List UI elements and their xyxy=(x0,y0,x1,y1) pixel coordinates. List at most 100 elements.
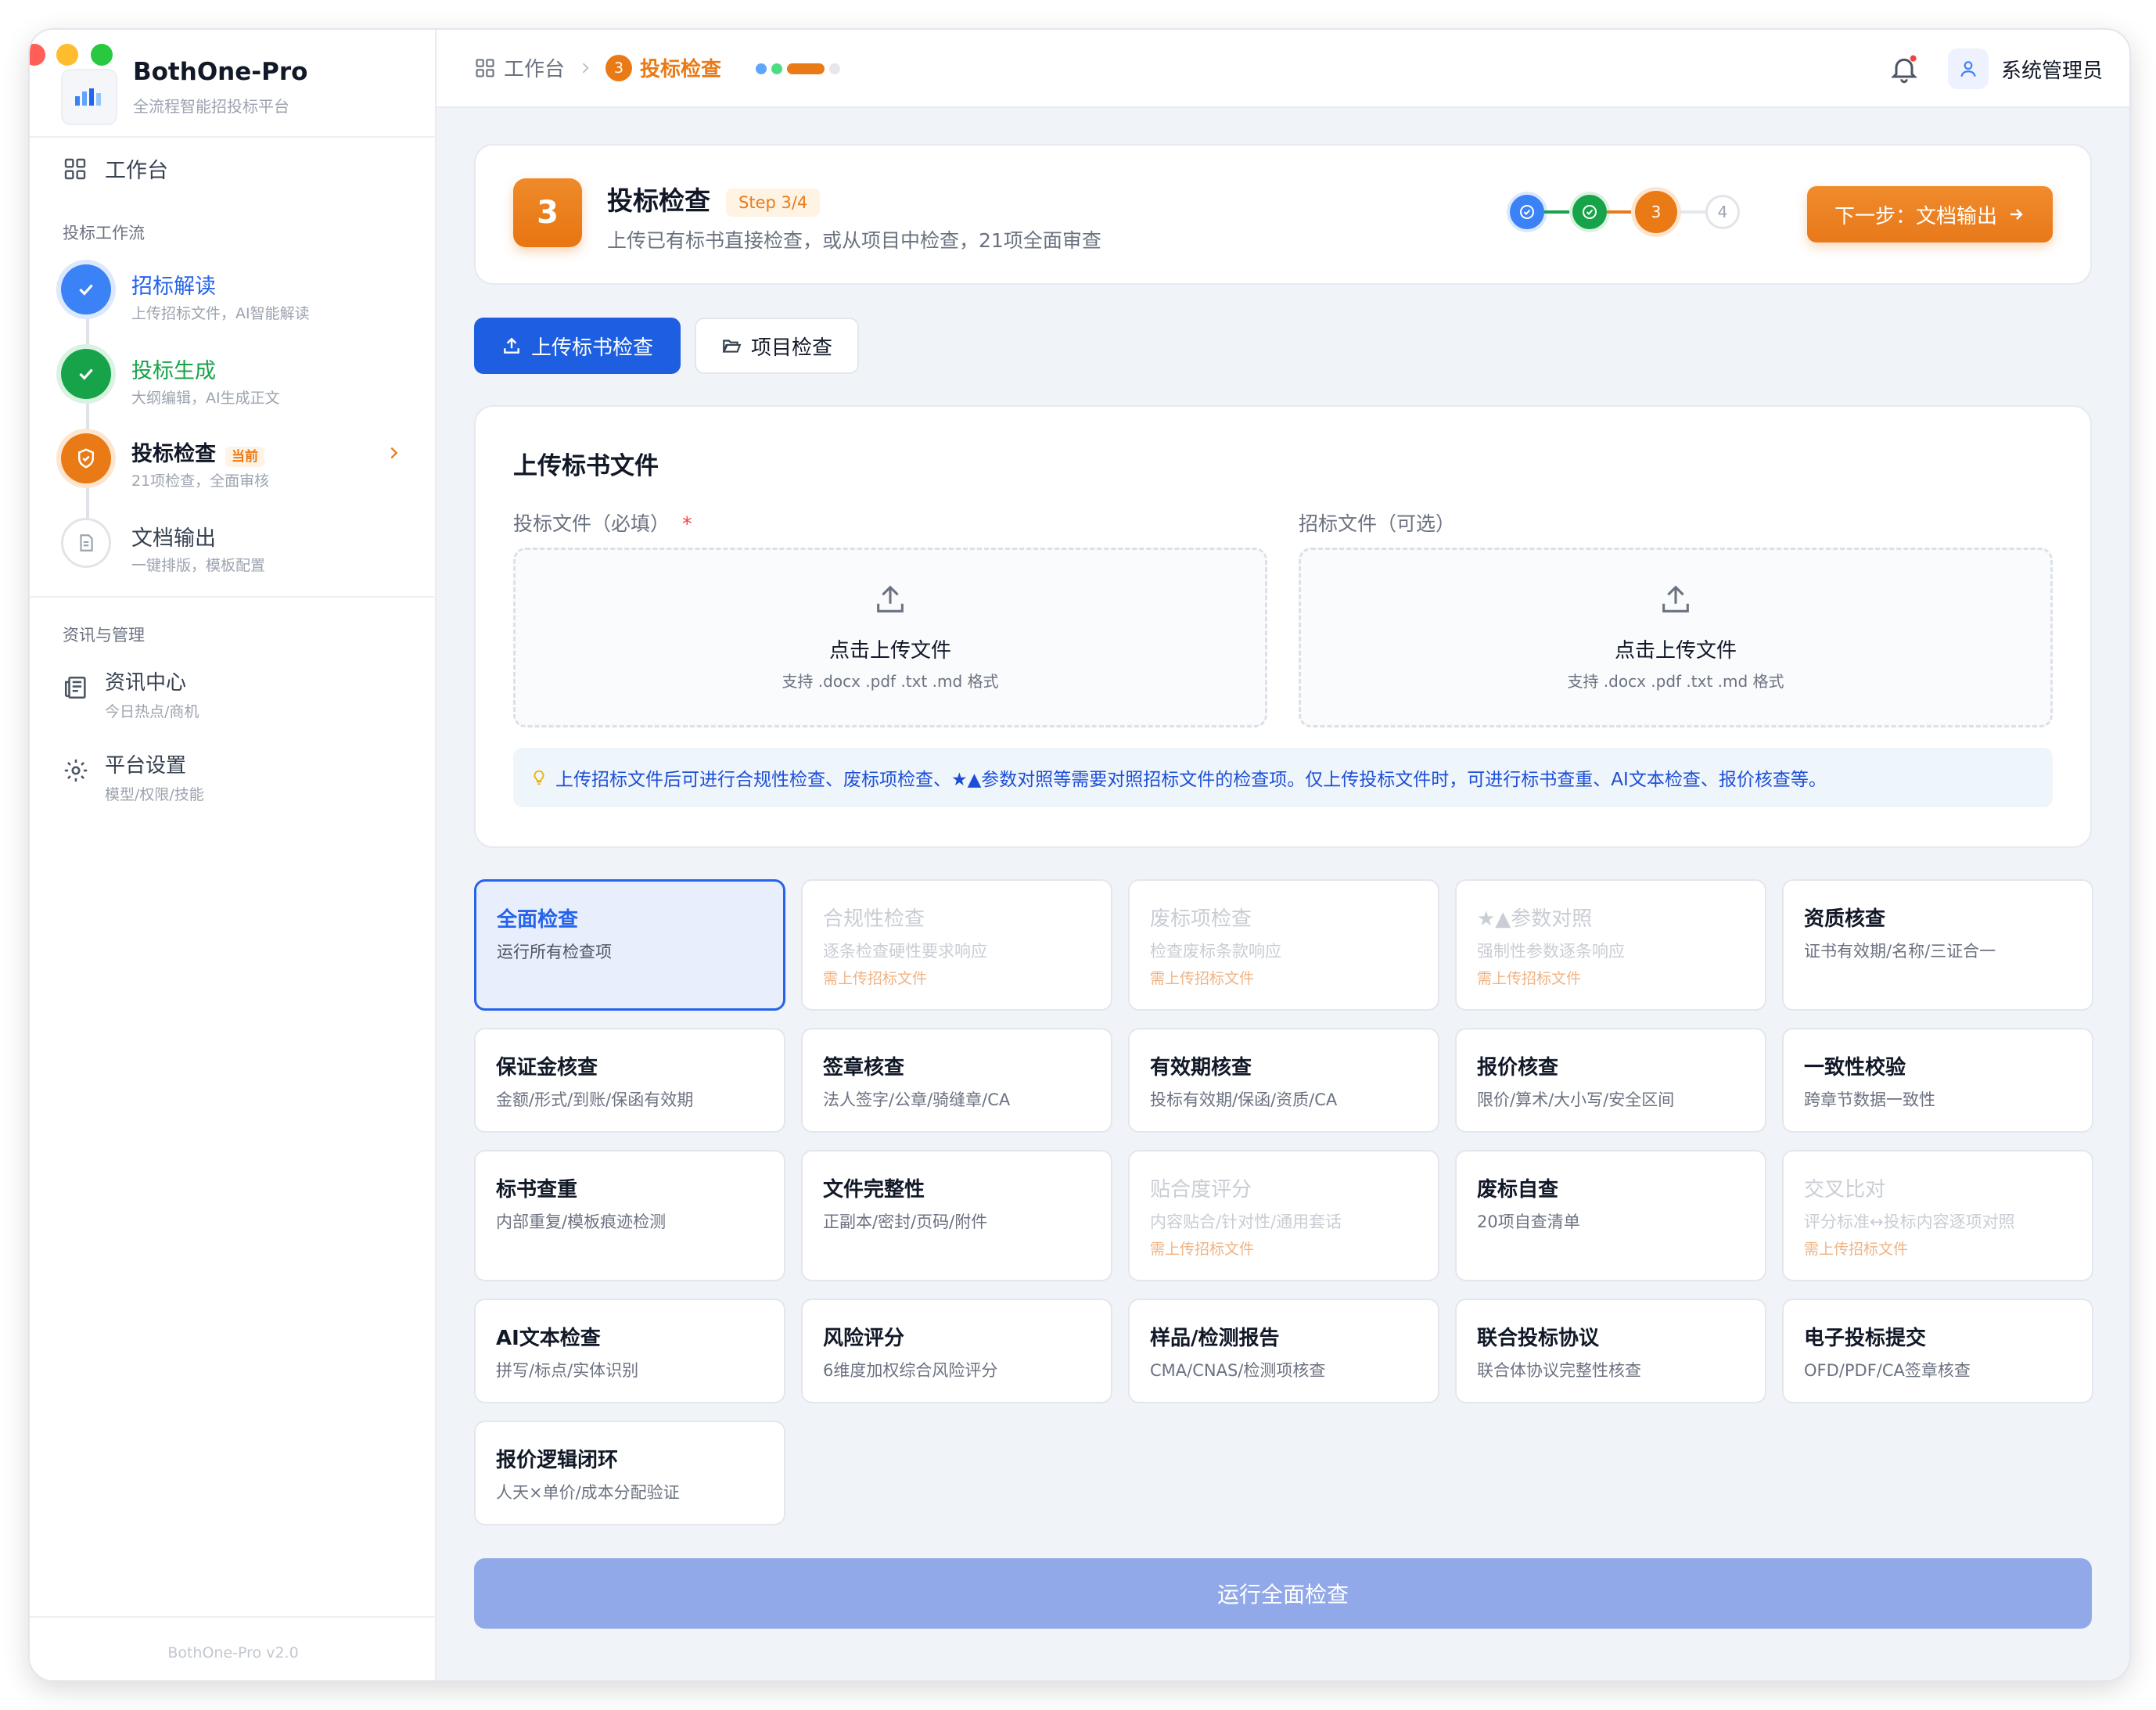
run-full-check-button[interactable]: 运行全面检查 xyxy=(474,1558,2092,1629)
user-name: 系统管理员 xyxy=(2000,59,2103,83)
dropzone-formats: 支持 .docx .pdf .txt .md 格式 xyxy=(1567,672,1784,691)
tip-text: 上传招标文件后可进行合规性检查、废标项检查、★▲参数对照等需要对照招标文件的检查… xyxy=(555,770,1827,790)
check-desc: 证书有效期/名称/三证合一 xyxy=(1804,942,1996,961)
step-title: 投标检查 xyxy=(607,185,710,216)
check-item[interactable]: 废标自查 20项自查清单 xyxy=(1455,1150,1766,1281)
upload-card: 上传标书文件 投标文件（必填） * 招标文件（可选） 点击上传文件 支持 .do… xyxy=(474,405,2092,848)
tender-file-dropzone[interactable]: 点击上传文件 支持 .docx .pdf .txt .md 格式 xyxy=(1299,548,2053,727)
dropzone-label: 点击上传文件 xyxy=(828,639,951,663)
next-step-button[interactable]: 下一步：文档输出 xyxy=(1807,186,2053,242)
check-item[interactable]: AI文本检查 拼写/标点/实体识别 xyxy=(474,1299,785,1403)
top-bar: 工作台 3 投标检查 系统管理员 xyxy=(437,30,2129,108)
check-title: 联合投标协议 xyxy=(1477,1327,1600,1350)
user-menu[interactable]: 系统管理员 xyxy=(1947,48,2103,89)
check-item[interactable]: 一致性校验 跨章节数据一致性 xyxy=(1782,1028,2093,1133)
sidebar-item-bid-check[interactable]: 投标检查 当前 xyxy=(131,436,264,467)
check-item[interactable]: 保证金核查 金额/形式/到账/保函有效期 xyxy=(474,1028,785,1133)
check-item: ★▲参数对照 强制性参数逐条响应 需上传招标文件 xyxy=(1455,879,1766,1011)
chevron-right-icon xyxy=(390,447,398,459)
tab-label: 上传标书检查 xyxy=(530,336,653,360)
check-desc: 金额/形式/到账/保函有效期 xyxy=(496,1090,694,1109)
gear-icon xyxy=(64,759,88,782)
chevron-right-icon xyxy=(582,63,589,73)
check-title: 一致性校验 xyxy=(1804,1056,1906,1080)
sidebar-item-settings[interactable]: 平台设置 模型/权限/技能 xyxy=(63,749,204,804)
check-title: 文件完整性 xyxy=(823,1178,925,1202)
step-badge: Step 3/4 xyxy=(726,188,821,217)
grid-icon xyxy=(476,58,494,77)
check-item: 交叉比对 评分标准↔投标内容逐项对照 需上传招标文件 xyxy=(1782,1150,2093,1281)
progress-step-todo: 4 xyxy=(1705,195,1740,229)
check-item[interactable]: 全面检查 运行所有检查项 xyxy=(474,879,785,1011)
sidebar-item-label: 工作台 xyxy=(105,159,168,183)
check-item[interactable]: 标书查重 内部重复/模板痕迹检测 xyxy=(474,1150,785,1281)
check-desc: 内容贴合/针对性/通用套话 xyxy=(1150,1212,1342,1231)
tab-project-check[interactable]: 项目检查 xyxy=(695,318,859,374)
check-title: 样品/检测报告 xyxy=(1150,1327,1280,1350)
shield-check-icon xyxy=(61,433,111,483)
check-item[interactable]: 电子投标提交 OFD/PDF/CA签章核查 xyxy=(1782,1299,2093,1403)
upload-title: 上传标书文件 xyxy=(513,452,659,480)
sidebar-item-desc: 上传招标文件，AI智能解读 xyxy=(131,305,310,322)
check-item[interactable]: 报价逻辑闭环 人天×单价/成本分配验证 xyxy=(474,1421,785,1525)
sidebar-item-bid-generate[interactable]: 投标生成 xyxy=(131,354,216,384)
check-desc: 检查废标条款响应 xyxy=(1150,942,1281,961)
sidebar-item-news[interactable]: 资讯中心 今日热点/商机 xyxy=(63,666,199,721)
check-title: ★▲参数对照 xyxy=(1477,907,1593,931)
progress-step-current: 3 xyxy=(1635,191,1677,233)
check-title: 合规性检查 xyxy=(823,907,925,931)
check-desc: 投标有效期/保函/资质/CA xyxy=(1150,1090,1338,1109)
check-desc: CMA/CNAS/检测项核查 xyxy=(1150,1361,1326,1380)
upload-tip: 上传招标文件后可进行合规性检查、废标项检查、★▲参数对照等需要对照招标文件的检查… xyxy=(513,748,2053,807)
workflow-done-icon xyxy=(61,264,111,314)
check-item[interactable]: 报价核查 限价/算术/大小写/安全区间 xyxy=(1455,1028,1766,1133)
check-desc: 20项自查清单 xyxy=(1477,1212,1580,1231)
mgmt-section-title: 资讯与管理 xyxy=(63,626,145,645)
check-desc: 强制性参数逐条响应 xyxy=(1477,942,1625,961)
check-title: 资质核查 xyxy=(1804,907,1886,931)
workflow-section-title: 投标工作流 xyxy=(63,224,145,242)
check-desc: OFD/PDF/CA签章核查 xyxy=(1804,1361,1971,1380)
check-desc: 6维度加权综合风险评分 xyxy=(823,1361,998,1380)
check-title: 废标项检查 xyxy=(1150,907,1252,931)
breadcrumb-step-number: 3 xyxy=(605,54,633,81)
tab-upload-check[interactable]: 上传标书检查 xyxy=(474,318,681,374)
check-item[interactable]: 风险评分 6维度加权综合风险评分 xyxy=(801,1299,1112,1403)
bid-file-dropzone[interactable]: 点击上传文件 支持 .docx .pdf .txt .md 格式 xyxy=(513,548,1267,727)
page-title: 投标检查 Step 3/4 xyxy=(607,180,821,217)
check-warning: 需上传招标文件 xyxy=(1804,1241,1909,1258)
upload-icon xyxy=(877,585,904,613)
window-maximize-button[interactable] xyxy=(91,44,113,66)
arrow-right-icon xyxy=(2010,209,2023,220)
check-item[interactable]: 资质核查证书有效期/名称/三证合一 xyxy=(1782,879,2093,1011)
bell-icon[interactable] xyxy=(1888,53,1920,84)
check-item[interactable]: 有效期核查 投标有效期/保函/资质/CA xyxy=(1128,1028,1439,1133)
check-warning: 需上传招标文件 xyxy=(1150,970,1255,987)
upload-icon xyxy=(1662,585,1689,613)
check-desc: 正副本/密封/页码/附件 xyxy=(823,1212,988,1231)
step-description: 上传已有标书直接检查，或从项目中检查，21项全面审查 xyxy=(607,229,1101,252)
check-desc: 运行所有检查项 xyxy=(497,943,612,961)
check-circle-icon xyxy=(1572,195,1607,229)
app-version: BothOne-Pro v2.0 xyxy=(167,1644,299,1662)
sidebar-item-doc-output[interactable]: 文档输出 xyxy=(131,521,216,551)
sidebar-item-home[interactable]: 工作台 xyxy=(63,153,168,184)
breadcrumb-current: 投标检查 xyxy=(640,58,722,81)
check-item[interactable]: 签章核查 法人签字/公章/骑缝章/CA xyxy=(801,1028,1112,1133)
check-item[interactable]: 样品/检测报告 CMA/CNAS/检测项核查 xyxy=(1128,1299,1439,1403)
sidebar-item-tender-read[interactable]: 招标解读 xyxy=(131,269,216,300)
divider xyxy=(30,136,437,138)
check-title: 废标自查 xyxy=(1477,1178,1559,1202)
sidebar-item-desc: 大纲编辑，AI生成正文 xyxy=(131,390,280,407)
window-minimize-button[interactable] xyxy=(56,44,78,66)
sidebar-item-label: 投标检查 xyxy=(131,442,216,466)
breadcrumb-home[interactable]: 工作台 xyxy=(504,53,565,82)
breadcrumb: 工作台 3 投标检查 xyxy=(474,53,721,82)
check-title: 风险评分 xyxy=(823,1327,905,1350)
check-title: 贴合度评分 xyxy=(1150,1178,1252,1202)
check-title: 报价核查 xyxy=(1477,1056,1559,1080)
check-item[interactable]: 联合投标协议 联合体协议完整性核查 xyxy=(1455,1299,1766,1403)
check-item[interactable]: 文件完整性正副本/密封/页码/附件 xyxy=(801,1150,1112,1281)
divider xyxy=(30,1616,437,1618)
app-name: BothOne-Pro xyxy=(133,58,308,86)
